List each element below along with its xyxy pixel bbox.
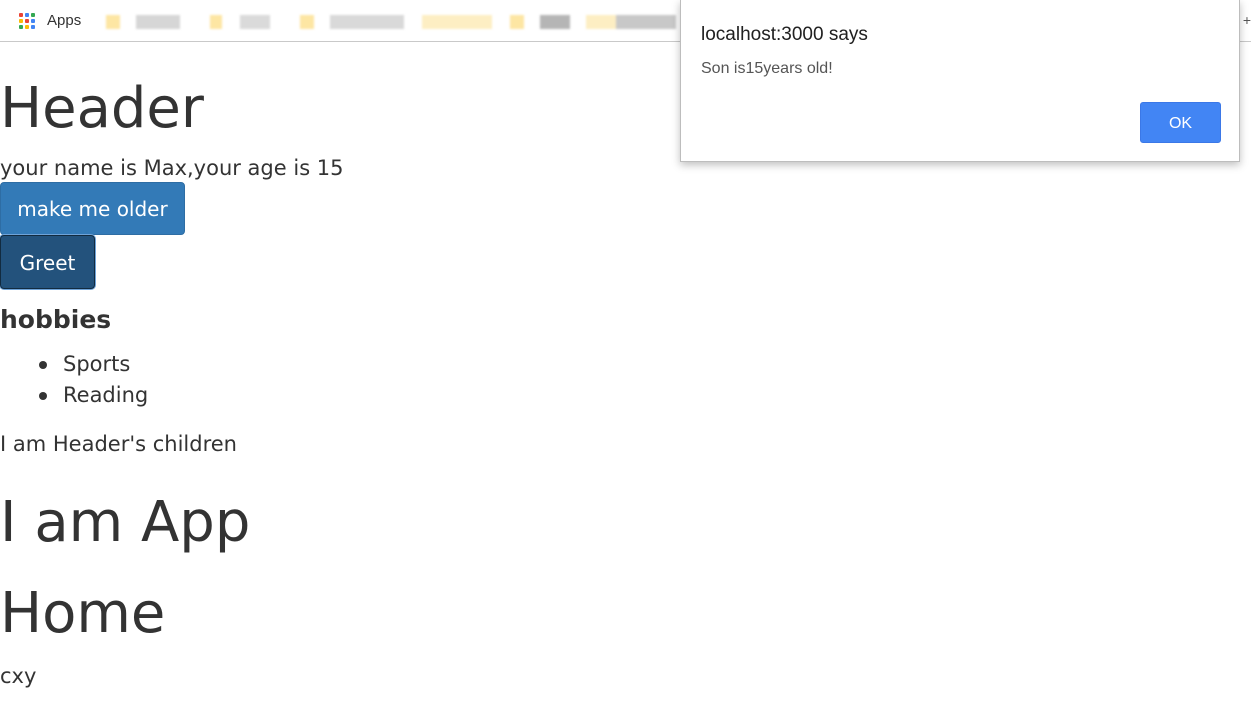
alert-message: Son is15years old! [701, 60, 833, 77]
hobby-item: Reading [0, 380, 148, 411]
apps-grid-dot [31, 19, 35, 23]
apps-grid-dot [25, 25, 29, 29]
footer-text: cxy [0, 664, 37, 688]
alert-title: localhost:3000 says [701, 24, 868, 45]
header-title: Header [0, 76, 204, 141]
bookmarks-overflow-icon[interactable]: + [1243, 12, 1251, 28]
apps-grid-dot [19, 19, 23, 23]
apps-bookmark-label[interactable]: Apps [47, 12, 81, 29]
hobby-item: Sports [0, 349, 148, 380]
apps-grid-dot [25, 13, 29, 17]
make-me-older-button[interactable]: make me older [0, 182, 185, 235]
header-children-text: I am Header's children [0, 432, 237, 456]
alert-dialog: localhost:3000 says Son is15years old! O… [680, 0, 1240, 162]
home-heading: Home [0, 581, 166, 646]
blurred-bookmarks [92, 8, 682, 34]
greet-button[interactable]: Greet [0, 235, 95, 289]
hobby-label: Reading [63, 383, 149, 407]
bullet-icon [39, 392, 47, 400]
apps-grid-dot [19, 13, 23, 17]
hobby-label: Sports [63, 352, 131, 376]
apps-grid-dot [31, 13, 35, 17]
apps-grid-dot [31, 25, 35, 29]
apps-grid-dot [19, 25, 23, 29]
hobbies-list: Sports Reading [0, 349, 148, 411]
app-heading: I am App [0, 490, 251, 555]
apps-grid-icon[interactable] [19, 13, 35, 29]
alert-ok-button[interactable]: OK [1140, 102, 1221, 143]
apps-grid-dot [25, 19, 29, 23]
name-age-text: your name is Max,your age is 15 [0, 156, 344, 180]
hobbies-heading: hobbies [0, 305, 112, 334]
bullet-icon [39, 361, 47, 369]
